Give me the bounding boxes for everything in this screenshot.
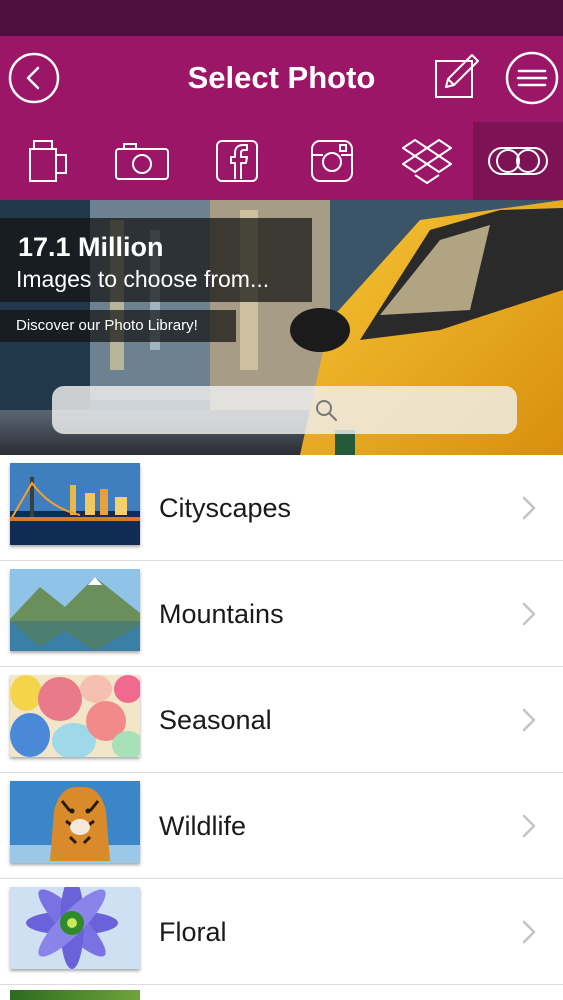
category-label: Wildlife	[159, 811, 247, 841]
tab-camera[interactable]	[95, 122, 189, 200]
list-item[interactable]: Floral	[0, 879, 563, 985]
search-input[interactable]	[52, 386, 517, 434]
mountains-thumbnail	[10, 569, 140, 651]
promo-title: 17.1 Million	[18, 232, 164, 262]
search-icon	[316, 400, 337, 421]
hamburger-menu-icon	[505, 51, 559, 105]
chevron-right-icon	[522, 920, 536, 944]
chevron-right-icon	[522, 602, 536, 626]
discover-library-link[interactable]: Discover our Photo Library!	[0, 310, 236, 342]
toggle-icon	[488, 147, 548, 175]
status-bar	[0, 0, 563, 36]
list-item[interactable]: Seasonal	[0, 667, 563, 773]
facebook-icon	[216, 140, 258, 182]
category-list: Cityscapes Mountains Seasonal Wildlife F…	[0, 455, 563, 985]
next-category-thumbnail	[10, 990, 140, 1000]
category-label: Seasonal	[159, 705, 272, 735]
list-item[interactable]: Cityscapes	[0, 455, 563, 561]
category-label: Floral	[159, 917, 227, 947]
source-tab-bar	[0, 122, 563, 200]
category-label: Cityscapes	[159, 493, 292, 523]
edit-icon	[435, 54, 479, 98]
list-item[interactable]: Mountains	[0, 561, 563, 667]
chevron-right-icon	[522, 814, 536, 838]
nav-bar: Select Photo	[0, 36, 563, 122]
instagram-icon	[311, 140, 353, 182]
menu-button[interactable]	[505, 51, 559, 105]
promo-overlay: 17.1 Million Images to choose from...	[0, 218, 312, 302]
tab-toggle[interactable]	[473, 122, 563, 200]
tab-dropbox[interactable]	[380, 122, 474, 200]
edit-button[interactable]	[432, 51, 484, 103]
camera-icon	[115, 143, 169, 180]
tab-instagram[interactable]	[285, 122, 379, 200]
category-label: Mountains	[159, 599, 284, 629]
chevron-right-icon	[522, 708, 536, 732]
cityscapes-thumbnail	[10, 463, 140, 545]
promo-subtitle: Images to choose from...	[16, 266, 270, 292]
floral-thumbnail	[10, 887, 140, 969]
wildlife-thumbnail	[10, 781, 140, 863]
dropbox-icon	[402, 139, 452, 184]
tab-facebook[interactable]	[190, 122, 284, 200]
list-item[interactable]: Wildlife	[0, 773, 563, 879]
tab-cup[interactable]	[2, 122, 96, 200]
cup-icon	[29, 140, 67, 182]
chevron-right-icon	[522, 496, 536, 520]
photo-library-banner[interactable]: 17.1 Million Images to choose from... Di…	[0, 200, 563, 455]
seasonal-thumbnail	[10, 675, 140, 757]
